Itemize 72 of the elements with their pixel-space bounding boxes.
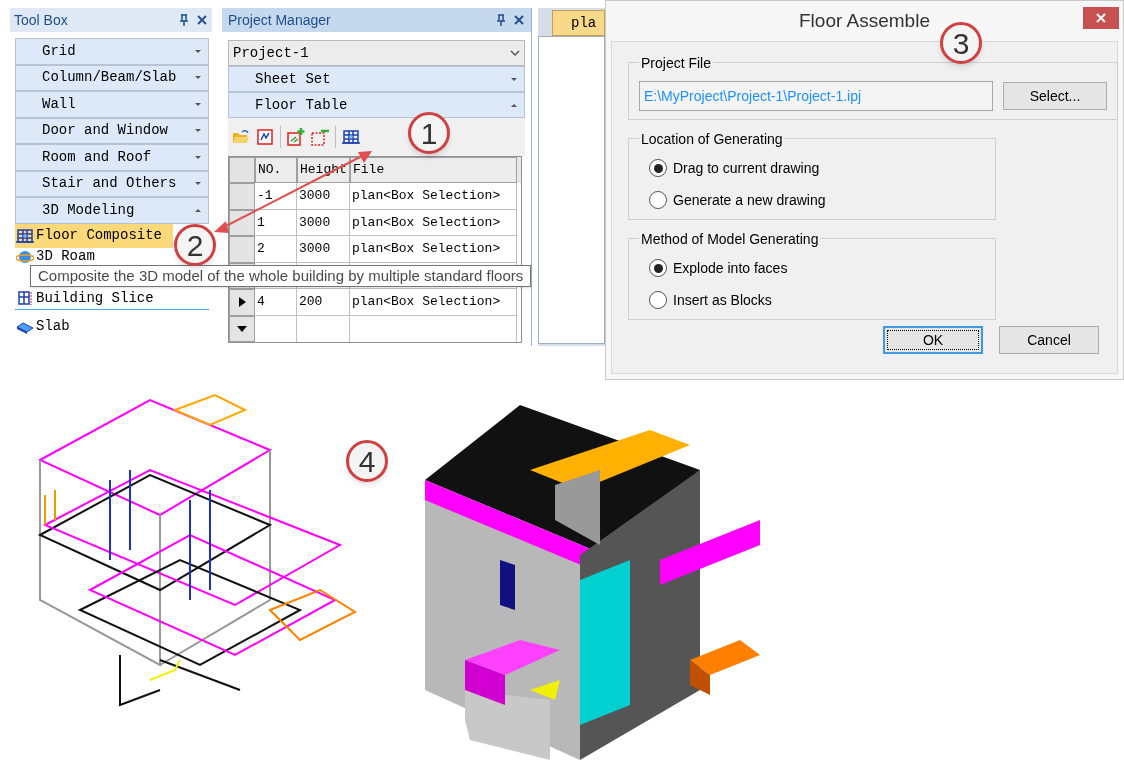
close-icon[interactable]: [196, 14, 208, 26]
current-row-icon: [238, 296, 246, 309]
building-slice-icon: [16, 289, 34, 307]
chart-sheet-icon[interactable]: [256, 128, 274, 146]
column-header[interactable]: File: [350, 157, 517, 183]
pin-icon[interactable]: [495, 14, 507, 26]
panel-title: Project Manager: [228, 10, 331, 30]
caret-down-icon: [194, 100, 202, 108]
category-header[interactable]: Floor Table: [228, 92, 525, 118]
caret-down-icon: [194, 74, 202, 82]
category-header[interactable]: Stair and Others: [15, 170, 209, 197]
tool-label: Building Slice: [36, 288, 154, 308]
caret-up-icon: [194, 206, 202, 214]
caret-up-icon: [510, 101, 518, 109]
add-sheet-icon[interactable]: [287, 128, 305, 146]
close-icon: [1095, 12, 1107, 24]
tool-label: Floor Composite: [36, 226, 163, 245]
caret-down-icon: [510, 75, 518, 83]
category-header[interactable]: Grid: [15, 38, 209, 65]
caret-down-icon: [194, 47, 202, 55]
radio-button[interactable]: [649, 291, 667, 309]
table-cell: 2: [255, 236, 297, 263]
tool-item[interactable]: Floor Composite: [15, 223, 173, 248]
building-grid-icon[interactable]: [342, 128, 360, 146]
table-cell: 3000: [297, 236, 350, 263]
panel-title: Tool Box: [14, 10, 68, 30]
table-cell: plan<Box Selection>: [350, 289, 517, 316]
caret-down-icon: [194, 153, 202, 161]
category-header[interactable]: Wall: [15, 91, 209, 118]
radio-button[interactable]: [649, 159, 667, 177]
building-grid-icon: [16, 226, 34, 245]
dialog-title: Floor Assemble: [799, 8, 930, 33]
tool-item[interactable]: 3D Roam: [15, 247, 173, 266]
table-cell: -1: [255, 183, 297, 210]
dialog-button[interactable]: Cancel: [999, 326, 1099, 354]
dialog-button[interactable]: OK: [883, 326, 983, 354]
triangle-down-icon: [236, 324, 248, 333]
remove-sheet-icon[interactable]: [311, 128, 329, 146]
close-button[interactable]: [1083, 7, 1119, 29]
radio-option[interactable]: Insert as Blocks: [649, 289, 985, 311]
radio-option[interactable]: Generate a new drawing: [649, 189, 985, 211]
table-cell: 3000: [297, 183, 350, 210]
radio-button[interactable]: [649, 259, 667, 277]
tool-item[interactable]: Slab: [15, 315, 209, 338]
tooltip: Composite the 3D model of the whole building by multiple standard floors: [30, 265, 532, 287]
category-header[interactable]: Sheet Set: [228, 66, 525, 92]
row-header[interactable]: [229, 289, 255, 316]
select-button[interactable]: Select...: [1003, 82, 1107, 110]
step-number-badge: 4: [346, 440, 388, 482]
radio-option[interactable]: Drag to current drawing: [649, 157, 985, 179]
document-tab[interactable]: pla: [552, 10, 605, 36]
pin-icon[interactable]: [178, 14, 190, 26]
project-dropdown[interactable]: Project-1: [228, 40, 525, 66]
category-header[interactable]: Door and Window: [15, 117, 209, 144]
row-header[interactable]: [229, 315, 255, 342]
category-header[interactable]: 3D Modeling: [15, 197, 209, 224]
caret-down-icon: [194, 127, 202, 135]
tool-label: Slab: [36, 317, 70, 336]
category-header[interactable]: Room and Roof: [15, 144, 209, 171]
tool-label: 3D Roam: [36, 247, 95, 266]
category-header[interactable]: Column/Beam/Slab: [15, 64, 209, 91]
table-cell: 200: [297, 289, 350, 316]
chevron-down-icon: [510, 49, 520, 57]
table-cell: plan<Box Selection>: [350, 236, 517, 263]
column-header[interactable]: NO.: [255, 157, 297, 183]
radio-button[interactable]: [649, 191, 667, 209]
radio-option[interactable]: Explode into faces: [649, 257, 985, 279]
table-cell: plan<Box Selection>: [350, 183, 517, 210]
folder-icon[interactable]: [232, 128, 250, 146]
caret-down-icon: [194, 180, 202, 188]
close-icon[interactable]: [513, 14, 525, 26]
table-cell: 4: [255, 289, 297, 316]
